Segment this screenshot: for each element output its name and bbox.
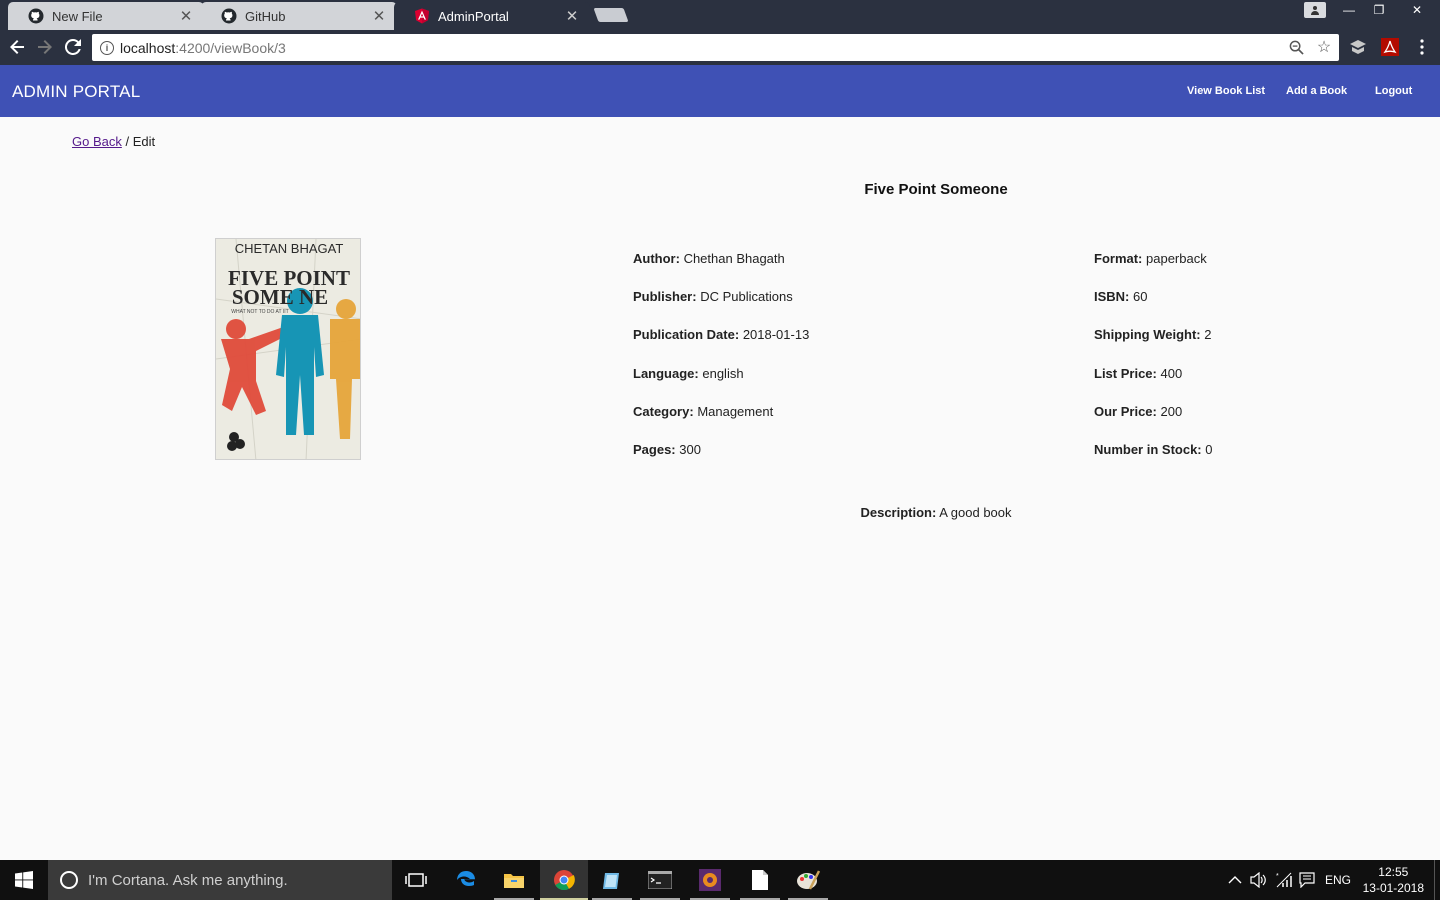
field-our-price: Our Price: 200 (1094, 404, 1183, 419)
breadcrumb-separator: / (125, 134, 130, 149)
close-icon[interactable]: ✕ (178, 7, 194, 25)
svg-text:*: * (1276, 873, 1279, 880)
cover-author-text: CHETAN BHAGAT (235, 241, 344, 256)
minimize-icon[interactable]: — (1334, 0, 1364, 20)
file-explorer-icon[interactable] (490, 860, 538, 900)
field-category: Category: Management (633, 404, 774, 419)
field-number-in-stock: Number in Stock: 0 (1094, 442, 1213, 457)
field-publication-date: Publication Date: 2018-01-13 (633, 327, 810, 342)
github-icon (28, 8, 44, 24)
forward-arrow-icon[interactable] (34, 36, 56, 58)
close-icon[interactable]: ✕ (371, 7, 387, 25)
menu-dots-icon[interactable] (1412, 37, 1432, 57)
extension-icon[interactable] (1348, 37, 1368, 57)
field-pages: Pages: 300 (633, 442, 701, 457)
go-back-link[interactable]: Go Back (72, 134, 122, 149)
media-app-icon[interactable] (686, 860, 734, 900)
browser-toolbar: i localhost:4200/viewBook/3 ☆ (0, 30, 1440, 65)
address-bar[interactable]: i localhost:4200/viewBook/3 ☆ (92, 34, 1339, 61)
breadcrumb: Go Back / Edit (72, 134, 155, 149)
tab-adminportal[interactable]: AdminPortal ✕ (394, 2, 590, 30)
tab-title: AdminPortal (438, 8, 509, 24)
book-title: Five Point Someone (864, 181, 1008, 198)
edge-browser-icon[interactable] (442, 860, 490, 900)
window-controls: — ❐ ✕ (1304, 0, 1440, 22)
reload-icon[interactable] (62, 36, 84, 58)
cortana-search-box[interactable]: I'm Cortana. Ask me anything. (48, 860, 392, 900)
windows-start-icon[interactable] (0, 860, 48, 900)
clock-time: 12:55 (1378, 865, 1409, 879)
tray-chevron-up-icon[interactable] (1228, 860, 1242, 900)
wifi-icon[interactable]: * (1275, 860, 1293, 900)
clock-date: 13-01-2018 (1362, 881, 1424, 895)
tab-github[interactable]: GitHub ✕ (201, 2, 397, 30)
cortana-placeholder: I'm Cortana. Ask me anything. (88, 871, 288, 889)
breadcrumb-current[interactable]: Edit (133, 134, 155, 149)
paint-app-icon[interactable] (784, 860, 832, 900)
field-format: Format: paperback (1094, 251, 1207, 266)
show-desktop-button[interactable] (1434, 860, 1440, 900)
nav-add-book[interactable]: Add a Book (1286, 85, 1347, 97)
field-isbn: ISBN: 60 (1094, 289, 1148, 304)
volume-icon[interactable] (1250, 860, 1268, 900)
info-icon[interactable]: i (100, 40, 114, 55)
action-center-icon[interactable] (1299, 860, 1315, 900)
book-cover-image: CHETAN BHAGAT FIVE POINT SOME NE WHAT NO… (215, 238, 361, 460)
editor-app-icon[interactable] (588, 860, 636, 900)
chrome-icon[interactable] (540, 860, 588, 900)
field-shipping-weight: Shipping Weight: 2 (1094, 327, 1212, 342)
close-icon[interactable]: ✕ (564, 7, 580, 25)
book-description: Description: A good book (860, 505, 1012, 520)
close-window-icon[interactable]: ✕ (1394, 0, 1440, 20)
document-icon[interactable] (736, 860, 784, 900)
cover-title-line2: SOME NE (232, 285, 328, 309)
cover-tagline: WHAT NOT TO DO AT IIT (231, 309, 288, 315)
url-text: localhost:4200/viewBook/3 (120, 39, 286, 56)
task-view-icon[interactable] (392, 860, 440, 900)
github-icon (221, 8, 237, 24)
field-language: Language: english (633, 366, 744, 381)
app-navbar: ADMIN PORTAL View Book List Add a Book L… (0, 65, 1440, 117)
field-author: Author: Chethan Bhagath (633, 251, 785, 266)
nav-logout[interactable]: Logout (1375, 85, 1412, 97)
language-indicator[interactable]: ENG (1325, 860, 1351, 900)
back-arrow-icon[interactable] (6, 36, 28, 58)
bookmark-star-icon[interactable]: ☆ (1315, 37, 1333, 57)
brand-title[interactable]: ADMIN PORTAL (12, 82, 140, 102)
angular-icon (414, 8, 430, 24)
restore-icon[interactable]: ❐ (1364, 0, 1394, 20)
pdf-extension-icon[interactable] (1380, 37, 1400, 57)
user-profile-icon[interactable] (1304, 2, 1326, 18)
windows-taskbar: I'm Cortana. Ask me anything. * ENG 12:5… (0, 860, 1440, 900)
new-tab-button[interactable] (593, 8, 629, 22)
field-list-price: List Price: 400 (1094, 366, 1183, 381)
tab-title: GitHub (245, 8, 286, 24)
tab-title: New File (52, 8, 103, 24)
zoom-icon[interactable] (1287, 37, 1305, 57)
command-prompt-icon[interactable] (636, 860, 684, 900)
browser-tab-strip: New File ✕ GitHub ✕ AdminPortal ✕ — ❐ ✕ (0, 0, 1440, 30)
tab-new-file[interactable]: New File ✕ (8, 2, 204, 30)
cortana-icon (60, 871, 78, 889)
nav-view-book-list[interactable]: View Book List (1187, 85, 1265, 97)
system-clock[interactable]: 12:55 13-01-2018 (1363, 864, 1424, 896)
field-publisher: Publisher: DC Publications (633, 289, 793, 304)
